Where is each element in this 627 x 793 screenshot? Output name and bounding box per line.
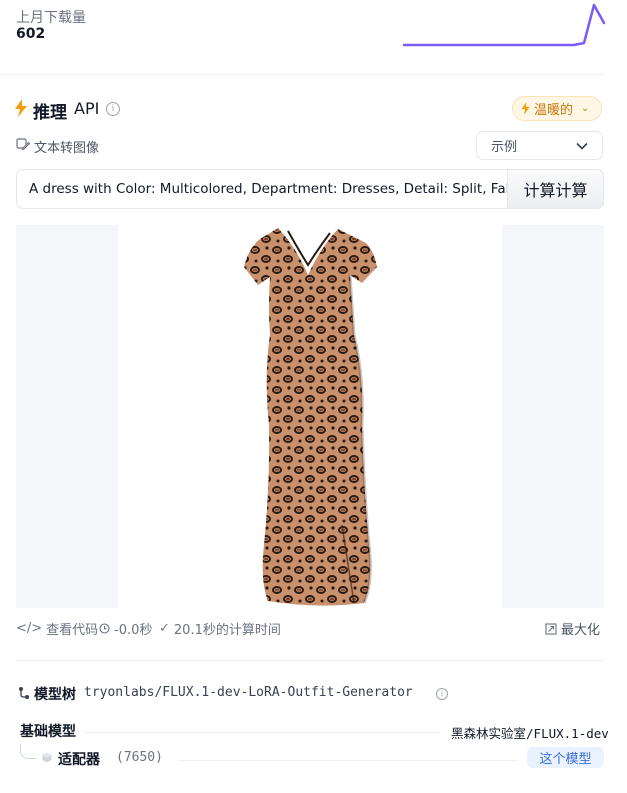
this-model-badge: 这个模型 — [527, 747, 604, 768]
downloads-value: 602 — [16, 26, 46, 42]
view-code-link[interactable]: </> 查看代码 — [16, 619, 98, 638]
model-tree-title: 模型树 — [34, 687, 76, 703]
examples-select-label: 示例 — [491, 140, 518, 155]
clock-icon — [99, 623, 110, 634]
chevron-down-icon: ⌄ — [581, 103, 590, 114]
compute-button[interactable]: 计算计算 — [507, 169, 604, 209]
base-model-label: 基础模型 — [20, 724, 76, 740]
bolt-icon — [15, 99, 27, 117]
status-label: 温暖的 — [534, 103, 574, 118]
compute-time-label: 20.1秒的计算时间 — [173, 623, 281, 638]
compute-time: ✓ 20.1秒的计算时间 — [159, 619, 281, 638]
tree-branch-connector — [20, 744, 37, 759]
model-repo-name: tryonlabs/FLUX.1-dev-LoRA-Outfit-Generat… — [84, 685, 413, 700]
elapsed-label: -0.0秒 — [114, 623, 153, 638]
check-icon: ✓ — [159, 621, 170, 636]
code-icon: </> — [16, 621, 43, 636]
output-image-panel — [16, 225, 604, 608]
divider-line — [84, 732, 440, 733]
maximize-button[interactable]: 最大化 — [545, 619, 600, 638]
section-divider — [0, 74, 604, 75]
bolt-icon — [521, 102, 530, 115]
elapsed-time: -0.0秒 — [99, 619, 152, 638]
prompt-input[interactable]: A dress with Color: Multicolored, Depart… — [16, 169, 508, 209]
divider-line — [178, 760, 518, 761]
downloads-sparkline — [402, 3, 606, 47]
base-model-path: /FLUX.1-dev — [526, 726, 609, 741]
info-icon[interactable]: i — [436, 688, 448, 700]
view-code-label: 查看代码 — [46, 623, 99, 638]
maximize-icon — [545, 622, 557, 635]
leopard-dress-illustration — [244, 228, 377, 606]
base-model-org: 黑森林实验室 — [451, 726, 527, 741]
section-divider — [16, 660, 604, 661]
examples-select[interactable]: 示例 — [476, 131, 603, 160]
inference-api-label: API — [74, 99, 100, 118]
status-dropdown[interactable]: 温暖的 ⌄ — [512, 96, 602, 121]
maximize-label: 最大化 — [561, 623, 601, 638]
base-model-link[interactable]: 黑森林实验室/FLUX.1-dev — [451, 723, 609, 742]
adapter-icon — [42, 752, 52, 763]
adapters-count: (7650) — [116, 750, 163, 765]
model-tree-icon — [19, 687, 29, 699]
info-icon[interactable]: i — [106, 102, 120, 116]
downloads-label: 上月下载量 — [16, 10, 86, 26]
adapters-link[interactable]: 适配器 — [58, 749, 100, 769]
text-to-image-icon — [16, 138, 30, 151]
chevron-down-icon — [576, 142, 588, 150]
task-label: 文本转图像 — [34, 141, 100, 156]
inference-title: 推理 — [33, 103, 67, 123]
generated-image[interactable] — [118, 225, 502, 608]
